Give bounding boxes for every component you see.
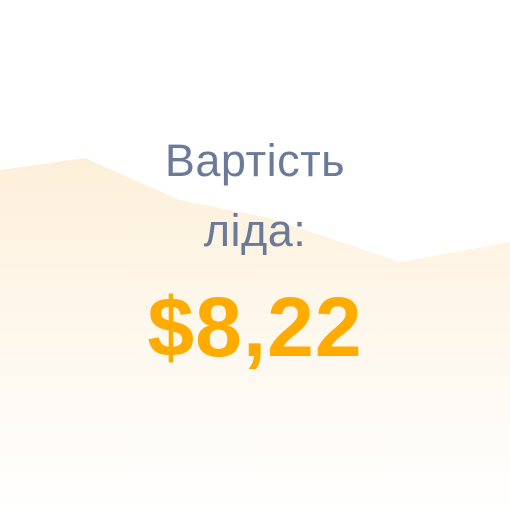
metric-value: $8,22 <box>147 280 363 374</box>
metric-label-line-1: Вартість <box>164 135 346 186</box>
metric-card: Вартість ліда: $8,22 <box>0 0 510 510</box>
metric-label-line-2: ліда: <box>203 205 307 256</box>
